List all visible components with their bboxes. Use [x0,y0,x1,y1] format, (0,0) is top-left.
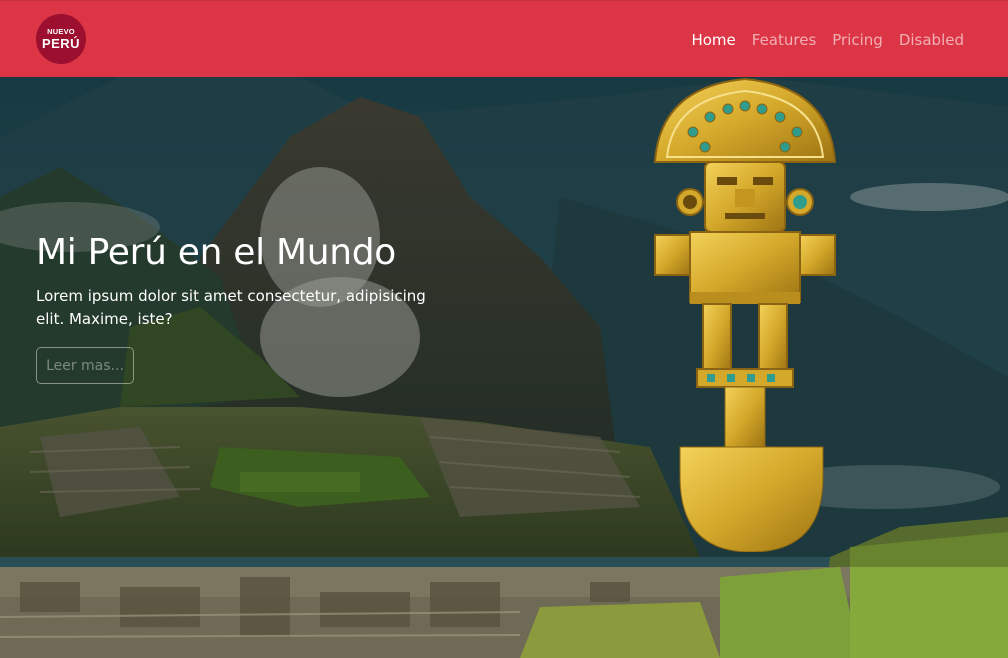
nav-features-link[interactable]: Features [752,31,817,49]
logo-text-bottom: PERÚ [41,35,81,51]
hero-description: Lorem ipsum dolor sit amet consectetur, … [36,287,426,328]
hero-title: Mi Perú en el Mundo [36,232,397,273]
nav-disabled-link: Disabled [898,31,964,49]
brand-logo[interactable]: NUEVO PERÚ [36,14,86,64]
nav-pricing-link[interactable]: Pricing [832,31,883,49]
main-nav: Home Features Pricing Disabled [691,31,964,49]
logo-text-top: NUEVO [47,27,75,37]
nav-home-link[interactable]: Home [691,31,735,49]
hero-section: Mi Perú en el Mundo Lorem ipsum dolor si… [0,77,1008,658]
read-more-button[interactable]: Leer mas... [36,347,134,384]
navbar: NUEVO PERÚ Home Features Pricing Disable… [0,0,1008,77]
tumi-figure-image [653,77,837,552]
